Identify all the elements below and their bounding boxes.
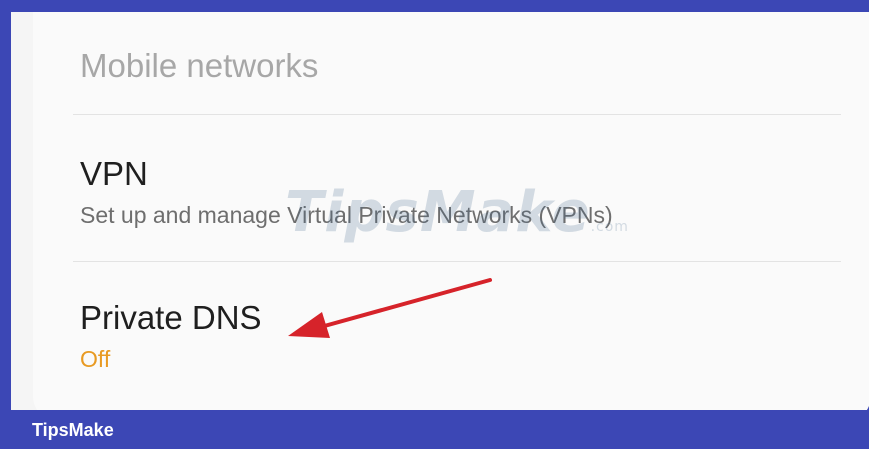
- footer-brand: TipsMake: [32, 420, 114, 440]
- connections-card: Mobile networks VPN Set up and manage Vi…: [33, 12, 869, 422]
- private-dns-title: Private DNS: [80, 299, 262, 336]
- private-dns-item[interactable]: Private DNS Off: [80, 301, 262, 371]
- private-dns-status: Off: [80, 346, 111, 372]
- divider: [73, 261, 841, 262]
- settings-screen: Mobile networks VPN Set up and manage Vi…: [11, 12, 869, 422]
- image-frame: Mobile networks VPN Set up and manage Vi…: [0, 0, 869, 449]
- vpn-title: VPN: [80, 155, 148, 192]
- mobile-networks-title: Mobile networks: [80, 47, 319, 84]
- mobile-networks-item[interactable]: Mobile networks: [80, 49, 318, 82]
- vpn-item[interactable]: VPN Set up and manage Virtual Private Ne…: [80, 157, 613, 227]
- vpn-subtitle: Set up and manage Virtual Private Networ…: [80, 202, 613, 228]
- divider: [73, 114, 841, 115]
- footer-bar: TipsMake: [0, 410, 869, 449]
